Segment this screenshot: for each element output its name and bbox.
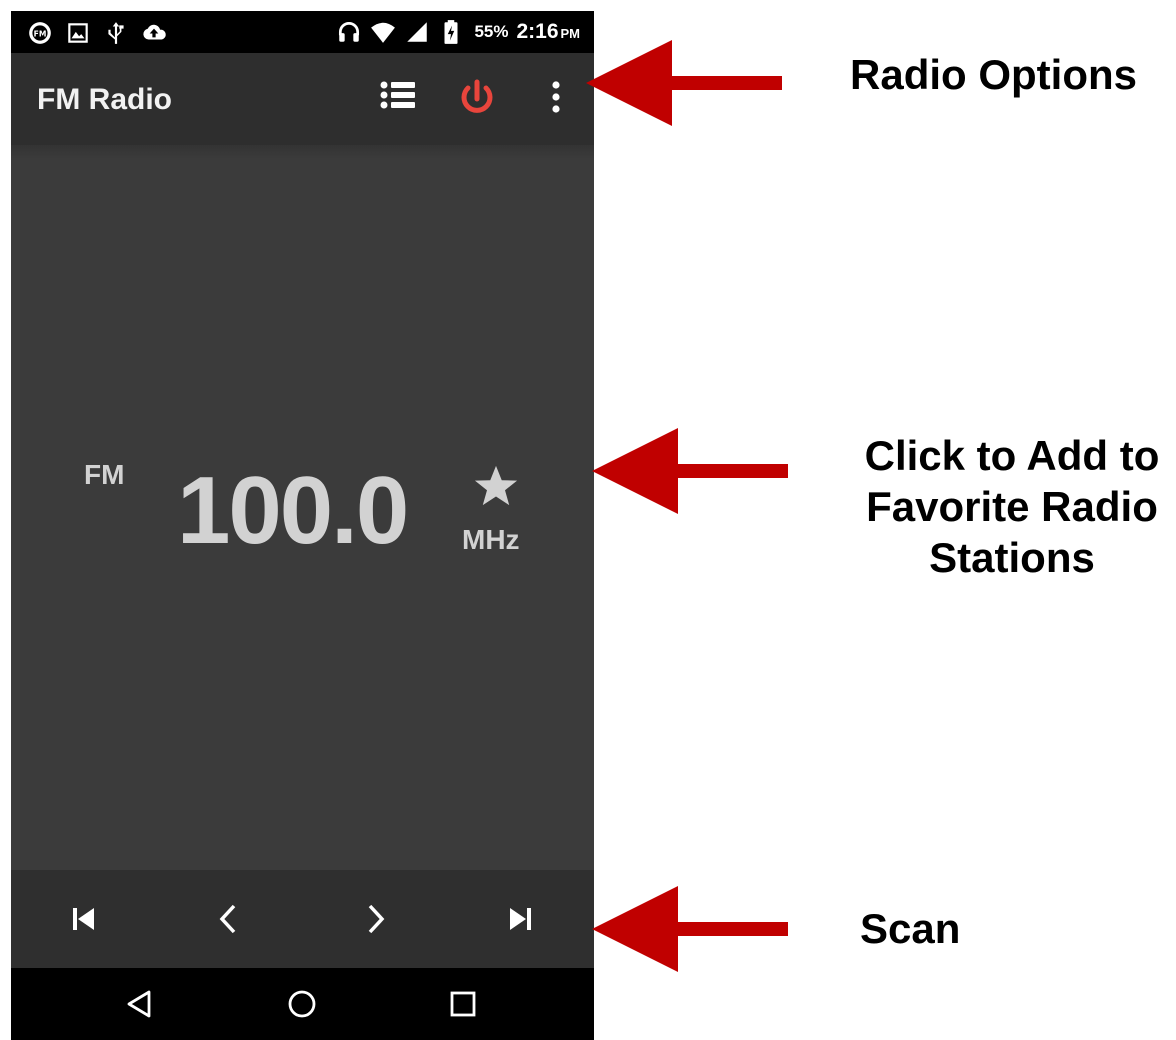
usb-icon bbox=[108, 22, 124, 44]
scan-controls bbox=[11, 870, 594, 968]
frequency-display: 100.0 bbox=[177, 457, 409, 564]
seek-forward-icon[interactable] bbox=[350, 894, 400, 944]
svg-text:FM: FM bbox=[34, 29, 47, 38]
band-label: FM bbox=[84, 459, 125, 490]
app-title: FM Radio bbox=[37, 83, 172, 116]
arrow-radio-options bbox=[586, 40, 782, 126]
fm-radio-icon: FM bbox=[29, 22, 51, 44]
callout-scan: Scan bbox=[860, 905, 961, 952]
arrow-scan bbox=[592, 886, 788, 972]
callout-favorite-line: Click to Add to bbox=[864, 432, 1160, 479]
tuner-display: FM 100.0 MHz bbox=[11, 145, 594, 870]
arrow-favorite bbox=[592, 428, 788, 514]
callout-favorite-line: Stations bbox=[929, 534, 1095, 581]
seek-back-icon[interactable] bbox=[204, 894, 254, 944]
callout-radio-options: Radio Options bbox=[850, 51, 1137, 98]
previous-station-icon[interactable] bbox=[59, 894, 109, 944]
next-station-icon[interactable] bbox=[495, 894, 545, 944]
image-icon bbox=[68, 23, 88, 43]
power-icon[interactable] bbox=[452, 73, 502, 123]
signal-icon bbox=[407, 22, 428, 42]
station-list-icon[interactable] bbox=[374, 73, 424, 123]
navigation-bar bbox=[11, 968, 594, 1040]
battery-percent: 55% bbox=[474, 22, 509, 41]
cloud-upload-icon bbox=[143, 24, 166, 40]
clock-ampm: PM bbox=[560, 26, 581, 41]
clock-time: 2:16 bbox=[516, 20, 559, 43]
frequency-unit: MHz bbox=[462, 524, 520, 555]
phone-screen: FM 55% 2:16 PM FM Radio FM 100.0 MHz bbox=[11, 11, 594, 1040]
app-bar: FM Radio bbox=[11, 53, 594, 145]
battery-charging-icon bbox=[444, 20, 458, 44]
callout-favorite: Click to Add to Favorite Radio Stations bbox=[848, 430, 1176, 583]
star-icon[interactable] bbox=[473, 463, 519, 509]
status-bar-left-icons: FM bbox=[27, 20, 167, 46]
recents-icon[interactable] bbox=[443, 984, 483, 1024]
status-bar: FM 55% 2:16 PM bbox=[11, 11, 594, 53]
wifi-icon bbox=[371, 22, 396, 43]
more-options-icon[interactable] bbox=[531, 73, 581, 123]
status-bar-right-icons: 55% 2:16 PM bbox=[336, 19, 580, 45]
home-icon[interactable] bbox=[282, 984, 322, 1024]
back-icon[interactable] bbox=[121, 984, 161, 1024]
callout-favorite-line: Favorite Radio bbox=[866, 483, 1158, 530]
clock: 2:16 PM bbox=[516, 20, 580, 44]
headset-icon bbox=[339, 21, 360, 42]
